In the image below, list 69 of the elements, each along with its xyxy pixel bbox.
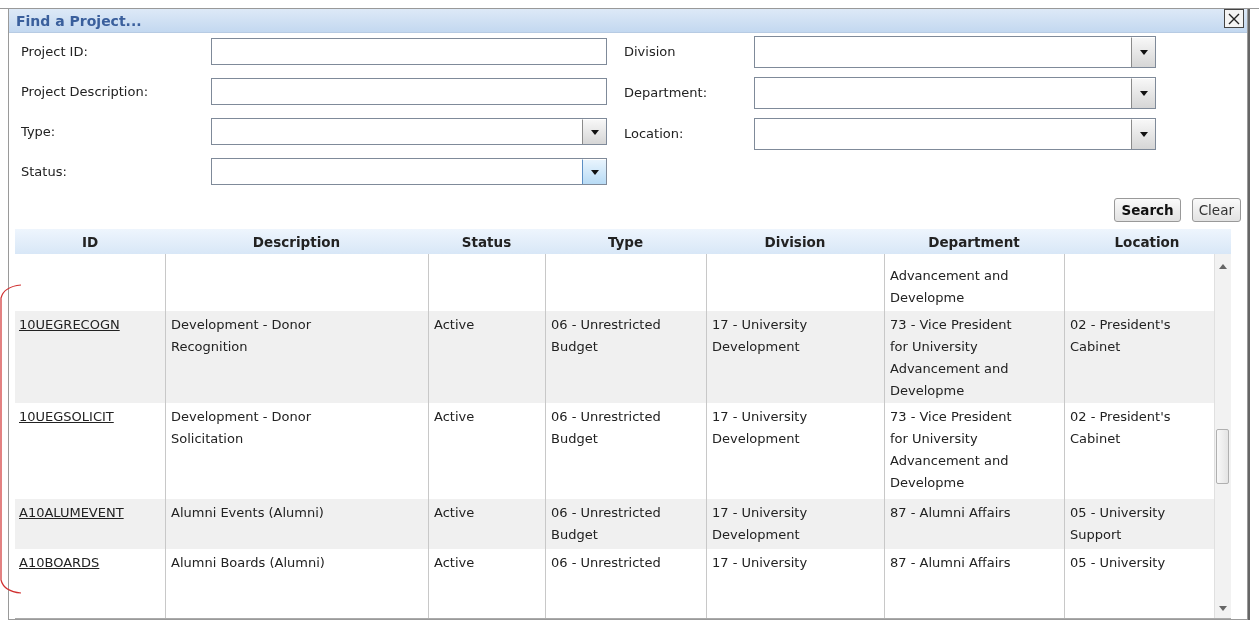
column-header: Type — [606, 233, 645, 250]
table-cell-text: Alumni Boards (Alumni) — [171, 554, 325, 572]
table-cell-text: Active — [434, 316, 475, 334]
dropdown-field[interactable] — [754, 76, 1156, 109]
dropdown-field[interactable] — [754, 35, 1156, 68]
scroll-down-icon — [1219, 606, 1227, 611]
input-field[interactable] — [211, 78, 607, 105]
column-header: ID — [80, 233, 100, 250]
table-cell-text: 17 - University — [712, 554, 808, 572]
column-header: Location — [1113, 233, 1181, 250]
column-header: Status — [460, 233, 513, 250]
field-label: Project ID: — [21, 44, 89, 59]
caret-icon — [590, 129, 599, 135]
table-cell-text: 05 - University Support — [1070, 504, 1167, 544]
table-cell-text: 17 - University Development — [712, 504, 809, 544]
field-label: Division — [624, 44, 677, 59]
dropdown-arrow-button[interactable] — [582, 119, 606, 144]
column-header: Division — [763, 233, 827, 250]
field-label: Type: — [21, 124, 57, 139]
search-button[interactable]: Search — [1114, 198, 1181, 222]
table-cell-text: Advancement and Developme — [890, 267, 1010, 307]
dropdown-field[interactable] — [754, 117, 1156, 150]
dropdown-arrow-button[interactable] — [1131, 36, 1155, 67]
table-cell-text: Alumni Events (Alumni) — [171, 504, 324, 522]
table-cell-text: 06 - Unrestricted Budget — [551, 316, 662, 356]
scrollbar[interactable] — [1214, 254, 1231, 618]
input-field[interactable] — [211, 38, 607, 65]
table-cell-text: Active — [434, 504, 475, 522]
dropdown-arrow-button[interactable] — [582, 159, 606, 184]
project-id-link[interactable]: A10ALUMEVENT — [19, 505, 124, 520]
table-cell-text: 73 - Vice President for University Advancement and Developme — [890, 316, 1013, 400]
field-label: Department: — [624, 85, 709, 100]
caret-icon — [590, 169, 599, 175]
close-button[interactable] — [1224, 9, 1244, 28]
field-label: Location: — [624, 126, 685, 141]
table-cell-text: Active — [434, 554, 475, 572]
table-cell-text: 87 - Alumni Affairs — [890, 554, 1011, 572]
column-header: Description — [251, 233, 342, 250]
project-id-link[interactable]: 10UEGRECOGN — [19, 317, 120, 332]
clear-button[interactable]: Clear — [1191, 198, 1241, 222]
dropdown-arrow-button[interactable] — [1131, 77, 1155, 108]
field-label: Status: — [21, 164, 68, 179]
caret-icon — [1139, 90, 1148, 96]
field-label: Project Description: — [21, 84, 150, 99]
dropdown-field[interactable] — [211, 118, 607, 145]
caret-icon — [1139, 131, 1148, 137]
table-cell-text: Development - Donor Solicitation — [171, 408, 312, 448]
table-cell-text: 06 - Unrestricted Budget — [551, 408, 662, 448]
table-cell-text: Development - Donor Recognition — [171, 316, 312, 356]
table-cell-text: 05 - University — [1070, 554, 1166, 572]
table-cell-text: 06 - Unrestricted Budget — [551, 504, 662, 544]
window-title: Find a Project... — [16, 12, 142, 29]
table-cell-text: 06 - Unrestricted — [551, 554, 661, 572]
column-header: Department — [927, 233, 1021, 250]
table-cell-text: 17 - University Development — [712, 408, 809, 448]
project-id-link[interactable]: A10BOARDS — [19, 555, 100, 570]
table-cell-text: 02 - President's Cabinet — [1070, 408, 1172, 448]
table-cell-text: 87 - Alumni Affairs — [890, 504, 1011, 522]
table-cell-text: Active — [434, 408, 475, 426]
table-cell-text: 73 - Vice President for University Advancement and Developme — [890, 408, 1013, 492]
scroll-up-icon — [1219, 264, 1227, 269]
scrollbar-thumb[interactable] — [1216, 429, 1229, 484]
close-icon — [1228, 12, 1240, 25]
dropdown-arrow-button[interactable] — [1131, 118, 1155, 149]
table-cell-text: 17 - University Development — [712, 316, 809, 356]
caret-icon — [1139, 49, 1148, 55]
dropdown-field[interactable] — [211, 158, 607, 185]
table-cell-text: 02 - President's Cabinet — [1070, 316, 1172, 356]
project-id-link[interactable]: 10UEGSOLICIT — [19, 409, 114, 424]
